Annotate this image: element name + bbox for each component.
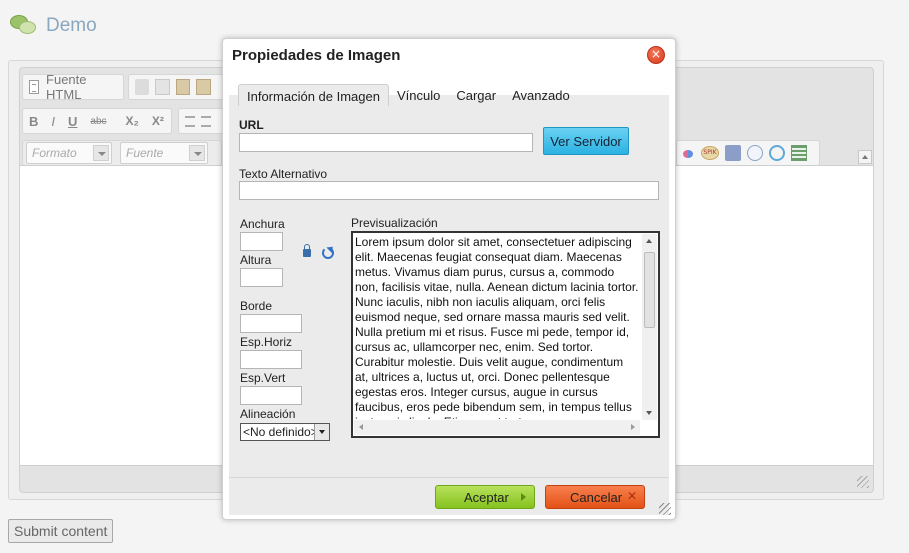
basic-styles-toolbar: B I U abc X₂ X² bbox=[22, 108, 172, 134]
hspace-label: Esp.Horiz bbox=[240, 335, 293, 349]
italic-button[interactable]: I bbox=[51, 114, 55, 129]
paste-icon[interactable] bbox=[175, 79, 191, 95]
page-title: Demo bbox=[46, 15, 97, 36]
underline-button[interactable]: U bbox=[68, 114, 77, 129]
url-label: URL bbox=[239, 118, 264, 132]
bold-button[interactable]: B bbox=[29, 114, 38, 129]
ok-button[interactable]: Aceptar bbox=[435, 485, 535, 509]
browse-server-button[interactable]: Ver Servidor bbox=[543, 127, 629, 155]
tab-upload[interactable]: Cargar bbox=[448, 84, 504, 106]
align-select[interactable]: <No definido> bbox=[240, 423, 330, 441]
cut-icon[interactable] bbox=[135, 79, 150, 95]
font-combo-label: Fuente bbox=[126, 146, 164, 160]
copy-icon[interactable] bbox=[155, 79, 170, 95]
smiley-icon[interactable] bbox=[769, 145, 785, 161]
vspace-field[interactable] bbox=[240, 386, 302, 405]
align-label: Alineación bbox=[240, 407, 296, 421]
chevron-down-icon bbox=[314, 424, 329, 440]
close-icon[interactable]: × bbox=[647, 46, 665, 64]
alt-text-label: Texto Alternativo bbox=[239, 167, 328, 181]
bulleted-list-icon[interactable] bbox=[201, 115, 211, 127]
width-label: Anchura bbox=[240, 217, 285, 231]
reset-size-icon[interactable] bbox=[322, 247, 334, 259]
tab-advanced[interactable]: Avanzado bbox=[504, 84, 578, 106]
chevron-down-icon bbox=[189, 145, 205, 161]
hspace-field[interactable] bbox=[240, 350, 302, 369]
dialog-tabs: Información de Imagen Vínculo Cargar Ava… bbox=[238, 84, 578, 106]
collapse-toolbar-button[interactable] bbox=[858, 150, 872, 164]
border-label: Borde bbox=[240, 299, 273, 313]
insert-toolbar: SPIK bbox=[676, 140, 820, 166]
strike-button[interactable]: abc bbox=[90, 116, 106, 127]
source-button[interactable]: Fuente HTML bbox=[22, 72, 124, 102]
numbered-list-icon[interactable] bbox=[185, 115, 195, 127]
font-combo[interactable]: Fuente bbox=[120, 142, 208, 164]
url-field[interactable] bbox=[239, 133, 533, 152]
scroll-thumb[interactable] bbox=[644, 252, 655, 328]
lock-ratio-icon[interactable] bbox=[303, 244, 311, 257]
preview-box: Lorem ipsum dolor sit amet, consectetuer… bbox=[351, 231, 660, 438]
align-select-value: <No definido> bbox=[243, 425, 318, 439]
tab-image-info[interactable]: Información de Imagen bbox=[238, 84, 389, 106]
dialog-title: Propiedades de Imagen bbox=[232, 47, 401, 64]
table-icon[interactable] bbox=[791, 145, 807, 161]
format-combo[interactable]: Formato bbox=[26, 142, 112, 164]
chat-bubbles-icon bbox=[8, 13, 38, 39]
tab-link[interactable]: Vínculo bbox=[389, 84, 448, 106]
format-combo-label: Formato bbox=[32, 146, 77, 160]
cancel-button[interactable]: Cancelar ✕ bbox=[545, 485, 645, 509]
vspace-label: Esp.Vert bbox=[240, 371, 286, 385]
close-icon: ✕ bbox=[626, 489, 637, 503]
list-toolbar bbox=[178, 108, 224, 134]
source-icon bbox=[29, 80, 40, 94]
preview-horizontal-scrollbar[interactable] bbox=[354, 420, 640, 435]
alt-text-field[interactable] bbox=[239, 181, 659, 200]
superscript-button[interactable]: X² bbox=[152, 114, 164, 128]
subscript-button[interactable]: X₂ bbox=[126, 114, 139, 128]
height-field[interactable] bbox=[240, 268, 283, 287]
ok-button-label: Aceptar bbox=[464, 489, 509, 505]
page-break-icon[interactable] bbox=[725, 145, 741, 161]
page-header: Demo bbox=[8, 10, 97, 42]
source-label: Fuente HTML bbox=[46, 72, 87, 102]
preview-label: Previsualización bbox=[351, 216, 438, 230]
preview-text: Lorem ipsum dolor sit amet, consectetuer… bbox=[355, 235, 639, 419]
dialog-footer: Aceptar Cancelar ✕ bbox=[229, 477, 669, 515]
clipboard-toolbar bbox=[128, 74, 224, 100]
submit-content-button[interactable]: Submit content bbox=[8, 519, 114, 543]
dialog-resize-handle[interactable] bbox=[659, 503, 671, 515]
editor-resize-handle[interactable] bbox=[857, 476, 869, 488]
chevron-down-icon bbox=[93, 145, 109, 161]
arrow-right-icon bbox=[521, 493, 526, 501]
spellcheck-icon[interactable]: SPIK bbox=[701, 146, 719, 160]
cancel-button-label: Cancelar bbox=[570, 489, 623, 505]
paste-text-icon[interactable] bbox=[196, 79, 211, 95]
width-field[interactable] bbox=[240, 232, 283, 251]
image-properties-dialog: Propiedades de Imagen × Información de I… bbox=[222, 38, 676, 520]
height-label: Altura bbox=[240, 253, 272, 267]
special-char-icon[interactable] bbox=[747, 145, 763, 161]
border-field[interactable] bbox=[240, 314, 302, 333]
flash-icon[interactable] bbox=[683, 150, 693, 158]
preview-vertical-scrollbar[interactable] bbox=[642, 234, 657, 420]
